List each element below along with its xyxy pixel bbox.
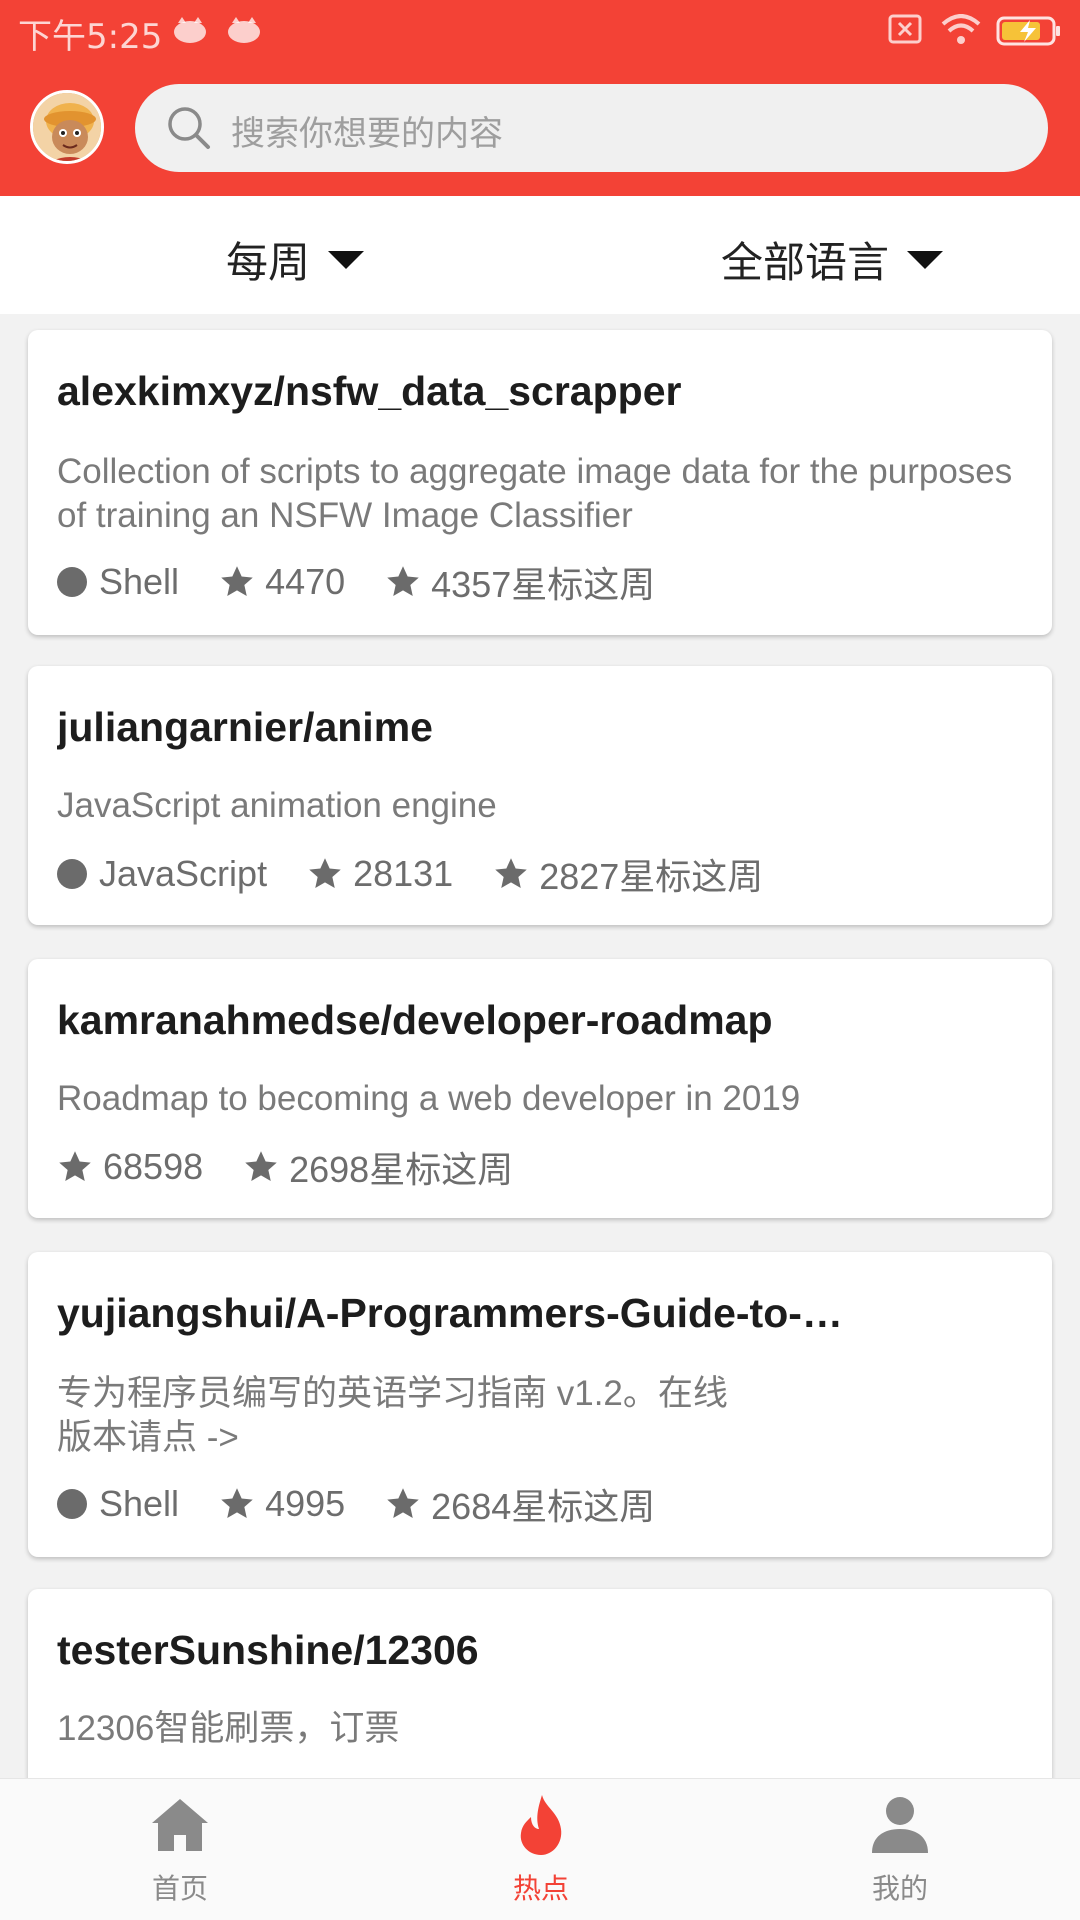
repo-stars: 4995 bbox=[265, 1483, 346, 1524]
filter-bar: 每周 全部语言 bbox=[0, 196, 1080, 314]
repo-name[interactable]: alexkimxyz/nsfw_data_scrapper bbox=[57, 368, 681, 415]
tab-home-label: 首页 bbox=[151, 1872, 208, 1905]
wifi-icon bbox=[940, 14, 982, 50]
star-icon bbox=[221, 566, 253, 596]
notification-bird-icon bbox=[224, 15, 264, 49]
status-time: 下午5:25 bbox=[18, 17, 163, 57]
tab-home[interactable]: 首页 bbox=[100, 1793, 260, 1907]
repo-weekly-stars: 2827星标这周 bbox=[539, 856, 764, 897]
star-icon bbox=[221, 1488, 253, 1518]
tab-mine-label: 我的 bbox=[871, 1872, 928, 1905]
period-filter[interactable]: 每周 bbox=[226, 229, 365, 290]
language-color-dot bbox=[57, 1489, 87, 1519]
repo-description: 12306智能刷票，订票 bbox=[57, 1709, 400, 1748]
repo-weekly-stars: 4357星标这周 bbox=[431, 564, 656, 605]
status-bar: 下午5:25 bbox=[0, 0, 1080, 62]
repo-card[interactable]: alexkimxyz/nsfw_data_scrapper Collection… bbox=[28, 330, 1052, 635]
tab-hot-label: 热点 bbox=[512, 1872, 569, 1905]
language-filter[interactable]: 全部语言 bbox=[721, 229, 944, 290]
star-icon bbox=[245, 1151, 277, 1181]
repo-stars: 28131 bbox=[353, 853, 454, 894]
repo-card[interactable]: juliangarnier/anime JavaScript animation… bbox=[28, 666, 1052, 925]
notification-bird-icon bbox=[170, 15, 210, 49]
repo-name[interactable]: kamranahmedse/developer-roadmap bbox=[57, 997, 773, 1044]
repo-description: 专为程序员编写的英语学习指南 v1.2。在线版本请点 -> bbox=[57, 1374, 728, 1457]
repo-card[interactable]: kamranahmedse/developer-roadmap Roadmap … bbox=[28, 959, 1052, 1218]
avatar[interactable] bbox=[30, 90, 104, 164]
tab-hot[interactable]: 热点 bbox=[461, 1793, 621, 1907]
repo-description: Roadmap to becoming a web developer in 2… bbox=[57, 1079, 801, 1118]
battery-charging-icon bbox=[996, 14, 1062, 52]
search-icon bbox=[165, 104, 213, 156]
repo-language: Shell bbox=[99, 1483, 180, 1524]
star-icon bbox=[59, 1151, 91, 1181]
language-color-dot bbox=[57, 567, 87, 597]
bottom-tab-bar: 首页 热点 我的 bbox=[0, 1778, 1080, 1920]
star-icon bbox=[309, 858, 341, 888]
home-icon bbox=[152, 1799, 208, 1851]
repo-meta: Shell 4470 4357星标这周 bbox=[57, 556, 655, 608]
star-icon bbox=[387, 566, 419, 596]
repo-name[interactable]: testerSunshine/12306 bbox=[57, 1627, 479, 1674]
fire-icon bbox=[520, 1795, 562, 1855]
app-header: 搜索你想要的内容 bbox=[0, 62, 1080, 196]
repo-description: JavaScript animation engine bbox=[57, 786, 497, 825]
trending-repo-list: alexkimxyz/nsfw_data_scrapper Collection… bbox=[0, 314, 1080, 1778]
repo-meta: JavaScript 28131 2827星标这周 bbox=[57, 848, 763, 900]
star-icon bbox=[495, 858, 527, 888]
repo-language: JavaScript bbox=[99, 853, 268, 894]
search-placeholder: 搜索你想要的内容 bbox=[231, 114, 503, 154]
repo-meta: 68598 2698星标这周 bbox=[57, 1141, 513, 1193]
repo-stars: 4470 bbox=[265, 561, 346, 602]
language-color-dot bbox=[57, 859, 87, 889]
repo-name[interactable]: juliangarnier/anime bbox=[57, 704, 433, 751]
person-icon bbox=[872, 1797, 928, 1853]
repo-description: Collection of scripts to aggregate image… bbox=[57, 452, 1013, 535]
repo-weekly-stars: 2698星标这周 bbox=[289, 1149, 514, 1190]
repo-card[interactable]: yujiangshui/A-Programmers-Guide-to-… 专为程… bbox=[28, 1252, 1052, 1557]
dropdown-arrow-icon bbox=[328, 250, 365, 269]
tab-mine[interactable]: 我的 bbox=[820, 1793, 980, 1907]
search-bar[interactable]: 搜索你想要的内容 bbox=[135, 84, 1048, 172]
repo-weekly-stars: 2684星标这周 bbox=[431, 1486, 656, 1527]
repo-card[interactable]: testerSunshine/12306 12306智能刷票，订票 bbox=[28, 1589, 1052, 1778]
dropdown-arrow-icon bbox=[907, 250, 944, 269]
star-icon bbox=[387, 1488, 419, 1518]
sim-off-icon bbox=[888, 14, 922, 48]
period-filter-label: 每周 bbox=[226, 238, 311, 287]
repo-meta: Shell 4995 2684星标这周 bbox=[57, 1478, 655, 1530]
repo-name[interactable]: yujiangshui/A-Programmers-Guide-to-… bbox=[57, 1290, 843, 1337]
repo-stars: 68598 bbox=[103, 1146, 204, 1187]
language-filter-label: 全部语言 bbox=[721, 238, 890, 287]
repo-language: Shell bbox=[99, 561, 180, 602]
